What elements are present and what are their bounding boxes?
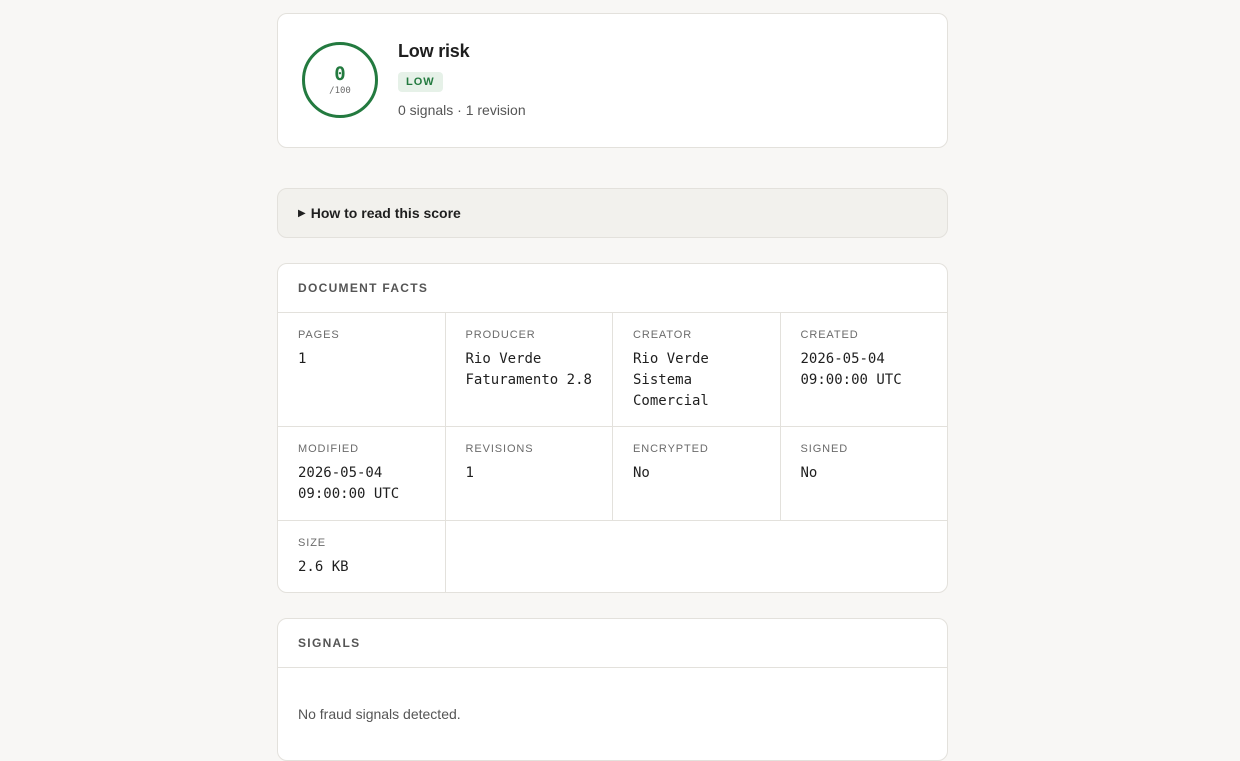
document-facts-heading: DOCUMENT FACTS	[278, 264, 947, 313]
score-max: /100	[329, 86, 351, 96]
score-ring: 0 /100	[302, 42, 378, 118]
score-value: 0	[334, 63, 346, 85]
how-to-read-toggle[interactable]: ▶ How to read this score	[277, 188, 948, 238]
fact-value: Rio Verde Sistema Comercial	[633, 351, 709, 409]
fact-label: ENCRYPTED	[633, 443, 709, 455]
fact-producer: PRODUCER Rio Verde Faturamento 2.8	[445, 313, 613, 427]
fact-label: CREATOR	[633, 329, 693, 341]
facts-grid: PAGES 1 PRODUCER Rio Verde Faturamento 2…	[278, 313, 947, 592]
fact-label: SIGNED	[800, 443, 849, 455]
fact-empty-cell	[781, 521, 948, 592]
fact-value: 2.6 KB	[298, 559, 349, 575]
fact-size: SIZE 2.6 KB	[278, 521, 446, 592]
fact-signed: SIGNED No	[780, 427, 947, 521]
fact-value: 2026-05-04 09:00:00 UTC	[298, 465, 400, 502]
fact-label: REVISIONS	[465, 443, 534, 455]
fact-label: MODIFIED	[298, 443, 359, 455]
fact-pages: PAGES 1	[278, 313, 446, 427]
signals-heading: SIGNALS	[278, 619, 947, 668]
fact-value: 2026-05-04 09:00:00 UTC	[800, 351, 902, 388]
fact-creator: CREATOR Rio Verde Sistema Comercial	[613, 313, 781, 427]
fact-created: CREATED 2026-05-04 09:00:00 UTC	[780, 313, 947, 427]
fact-label: SIZE	[298, 537, 327, 549]
score-card: 0 /100 Low risk LOW 0 signals · 1 revisi…	[277, 13, 948, 148]
fact-value: 1	[465, 465, 474, 481]
fact-empty-cell	[446, 521, 614, 592]
fact-value: No	[633, 465, 650, 481]
risk-meta: 0 signals · 1 revision	[398, 102, 526, 118]
how-to-read-label: How to read this score	[310, 205, 461, 221]
document-facts-card: DOCUMENT FACTS PAGES 1 PRODUCER Rio Verd…	[277, 263, 948, 593]
fact-empty-cell	[613, 521, 781, 592]
fact-encrypted: ENCRYPTED No	[613, 427, 781, 521]
risk-badge: LOW	[398, 72, 443, 92]
signals-card: SIGNALS No fraud signals detected.	[277, 618, 948, 761]
fact-revisions: REVISIONS 1	[445, 427, 613, 521]
fact-value: 1	[298, 351, 307, 367]
fact-modified: MODIFIED 2026-05-04 09:00:00 UTC	[278, 427, 446, 521]
fact-value: No	[800, 465, 818, 481]
fact-value: Rio Verde Faturamento 2.8	[465, 351, 592, 388]
fact-label: PAGES	[298, 329, 340, 341]
risk-title: Low risk	[398, 41, 470, 61]
report-container: 0 /100 Low risk LOW 0 signals · 1 revisi…	[277, 13, 948, 761]
score-info: Low risk LOW 0 signals · 1 revision	[398, 41, 526, 118]
signals-empty-text: No fraud signals detected.	[298, 706, 461, 722]
fact-label: PRODUCER	[465, 329, 536, 341]
fact-label: CREATED	[800, 329, 859, 341]
disclosure-triangle-icon: ▶	[298, 207, 306, 219]
